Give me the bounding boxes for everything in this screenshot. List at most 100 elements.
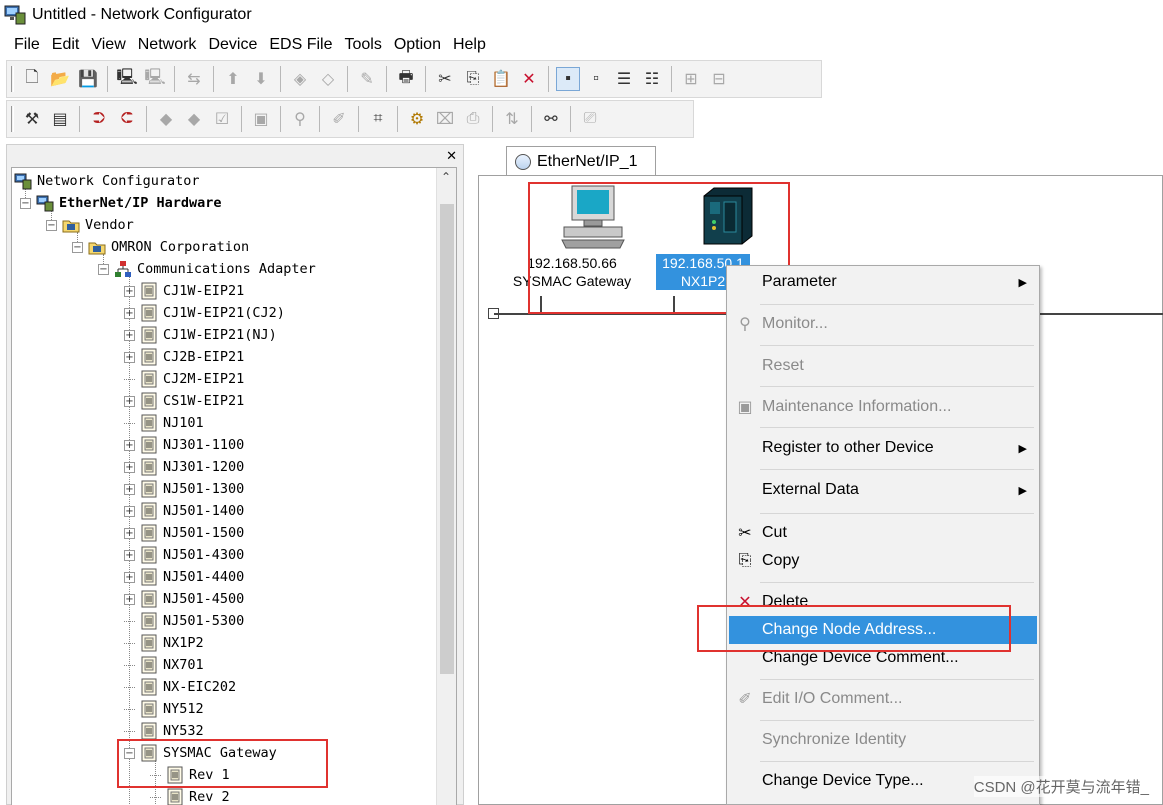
expand-icon[interactable]: + (124, 549, 135, 561)
tree-node-device[interactable]: + NJ501-1400 (124, 500, 244, 522)
collapse-icon[interactable]: − (20, 197, 31, 209)
zoom-out-icon[interactable]: ⊟ (707, 67, 731, 91)
toolbar-grip[interactable] (11, 66, 14, 92)
tree-scrollbar[interactable]: ⌃ (436, 168, 456, 805)
tree-node-device[interactable]: + NJ501-4300 (124, 544, 244, 566)
copy-icon[interactable]: ⎘ (461, 67, 485, 91)
details-view-icon[interactable]: ☷ (640, 67, 664, 91)
small-icons-view-icon[interactable]: ▫ (584, 67, 608, 91)
install-eds-icon[interactable]: ⚙ (405, 107, 429, 131)
collapse-icon[interactable]: − (72, 241, 83, 253)
tree-node-revision[interactable]: Rev 2 (150, 786, 230, 805)
expand-icon[interactable]: + (124, 571, 135, 583)
tree-node-device[interactable]: NY512 (124, 698, 204, 720)
menu-item-external-data[interactable]: External Data ▶ (729, 476, 1037, 504)
tree-node-network-configurator[interactable]: Network Configurator (14, 170, 200, 192)
node-address-icon[interactable]: ⌗ (366, 107, 390, 131)
expand-icon[interactable]: + (124, 351, 135, 363)
check-icon[interactable]: ☑ (210, 107, 234, 131)
tree-node-device[interactable]: CJ2M-EIP21 (124, 368, 244, 390)
list-view-icon[interactable]: ☰ (612, 67, 636, 91)
tab-ethernet-ip-1[interactable]: EtherNet/IP_1 (506, 146, 656, 176)
tree-node-communications-adapter[interactable]: − Communications Adapter (98, 258, 316, 280)
menu-view[interactable]: View (85, 36, 131, 54)
menu-item-copy[interactable]: ⎘ Copy (729, 547, 1037, 575)
monitor-device-icon[interactable]: ⚲ (288, 107, 312, 131)
expand-icon[interactable]: + (124, 505, 135, 517)
scroll-up-arrow-icon[interactable]: ⌃ (441, 170, 451, 184)
tree-node-device[interactable]: + NJ301-1100 (124, 434, 244, 456)
download-icon[interactable]: ⬇ (249, 67, 273, 91)
menu-item-edit-io-comment[interactable]: ✐ Edit I/O Comment... (729, 685, 1037, 713)
print-icon[interactable]: 🖶 (394, 67, 418, 91)
register-device-icon[interactable]: ⮊ (87, 107, 111, 131)
expand-icon[interactable]: + (124, 483, 135, 495)
expand-icon[interactable]: + (124, 527, 135, 539)
connect-icon[interactable]: 🖳 (115, 67, 139, 91)
tree-node-device[interactable]: + NJ501-1300 (124, 478, 244, 500)
menu-tools[interactable]: Tools (338, 36, 387, 54)
tree-node-device[interactable]: + NJ501-4400 (124, 566, 244, 588)
delete-eds-icon[interactable]: ⌧ (433, 107, 457, 131)
tree-node-device[interactable]: + NJ301-1200 (124, 456, 244, 478)
close-panel-icon[interactable]: ✕ (446, 148, 457, 164)
expand-icon[interactable]: + (124, 329, 135, 341)
menu-item-synchronize-identity[interactable]: Synchronize Identity (729, 726, 1037, 754)
menu-device[interactable]: Device (202, 36, 263, 54)
expand-icon[interactable]: + (124, 307, 135, 319)
collapse-icon[interactable]: − (98, 263, 109, 275)
disconnect-icon[interactable]: 🖳 (143, 67, 167, 91)
cut-icon[interactable]: ✂ (433, 67, 457, 91)
scroll-thumb[interactable] (440, 204, 454, 674)
maintenance-icon[interactable]: ▣ (249, 107, 273, 131)
parameter-icon[interactable]: ✎ (355, 67, 379, 91)
expand-icon[interactable]: + (124, 285, 135, 297)
create-eds-icon[interactable]: ⇅ (500, 107, 524, 131)
unregister-device-icon[interactable]: ⮈ (115, 107, 139, 131)
open-folder-icon[interactable]: 📂 (48, 67, 72, 91)
tree-node-device[interactable]: NX701 (124, 654, 204, 676)
tree-node-device[interactable]: NJ501-5300 (124, 610, 244, 632)
tree-node-device[interactable]: NJ101 (124, 412, 204, 434)
tree-node-device[interactable]: + CJ2B-EIP21 (124, 346, 244, 368)
up-icon[interactable]: ◆ (154, 107, 178, 131)
delete-icon[interactable]: ✕ (517, 67, 541, 91)
zoom-in-icon[interactable]: ⊞ (679, 67, 703, 91)
menu-item-parameter[interactable]: Parameter ▶ (729, 268, 1037, 296)
tree-node-device[interactable]: NX1P2 (124, 632, 204, 654)
tree-node-device[interactable]: + CS1W-EIP21 (124, 390, 244, 412)
properties-icon[interactable]: ⎚ (578, 107, 602, 131)
menu-eds-file[interactable]: EDS File (263, 36, 338, 54)
large-icons-view-icon[interactable]: ▪ (556, 67, 580, 91)
menu-network[interactable]: Network (132, 36, 203, 54)
tree-node-device[interactable]: + NJ501-4500 (124, 588, 244, 610)
save-icon[interactable]: 💾 (76, 67, 100, 91)
wizard-icon[interactable]: ⚒ (20, 107, 44, 131)
save-eds-icon[interactable]: ⎙ (461, 107, 485, 131)
collapse-icon[interactable]: − (46, 219, 57, 231)
paste-icon[interactable]: 📋 (489, 67, 513, 91)
compare-icon[interactable]: ◇ (316, 67, 340, 91)
down-icon[interactable]: ◆ (182, 107, 206, 131)
expand-icon[interactable]: + (124, 439, 135, 451)
new-file-icon[interactable]: 🗋 (20, 67, 44, 91)
toolbar-grip[interactable] (11, 106, 14, 132)
menu-help[interactable]: Help (447, 36, 492, 54)
expand-icon[interactable]: + (124, 395, 135, 407)
tree-node-device[interactable]: + CJ1W-EIP21 (124, 280, 244, 302)
menu-option[interactable]: Option (388, 36, 447, 54)
menu-file[interactable]: File (8, 36, 46, 54)
monitor-icon[interactable]: ◈ (288, 67, 312, 91)
menu-item-monitor[interactable]: ⚲ Monitor... (729, 310, 1037, 338)
expand-icon[interactable]: + (124, 461, 135, 473)
tree-node-ethernet-ip-hardware[interactable]: − EtherNet/IP Hardware (20, 192, 222, 214)
menu-item-reset[interactable]: Reset (729, 352, 1037, 380)
menu-item-cut[interactable]: ✂ Cut (729, 519, 1037, 547)
tree-node-device[interactable]: + CJ1W-EIP21(CJ2) (124, 302, 285, 324)
upload-icon[interactable]: ⬆ (221, 67, 245, 91)
menu-edit[interactable]: Edit (46, 36, 86, 54)
tree-node-vendor[interactable]: − Vendor (46, 214, 134, 236)
online-icon[interactable]: ⇆ (182, 67, 206, 91)
find-icon[interactable]: ⚯ (539, 107, 563, 131)
tree-node-device[interactable]: NX-EIC202 (124, 676, 236, 698)
